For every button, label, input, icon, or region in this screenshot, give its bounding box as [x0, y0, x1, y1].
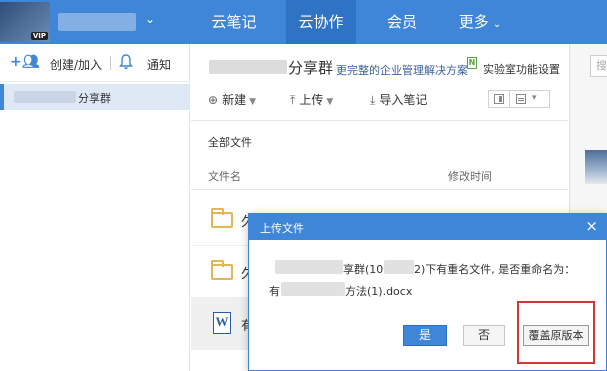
column-header-modified[interactable]: 修改时间 — [448, 168, 492, 184]
column-header-name[interactable]: 文件名 — [208, 168, 241, 184]
nav-more[interactable]: 更多 ⌄ — [448, 0, 512, 44]
nav-cloud-notes[interactable]: 云笔记 — [200, 0, 268, 44]
upload-button[interactable]: ⤒ 上传 ▼ — [290, 91, 333, 108]
lab-new-icon: N — [467, 57, 477, 69]
divider — [191, 189, 568, 190]
redacted-text — [275, 260, 343, 274]
chevron-down-icon: ⌄ — [492, 19, 502, 30]
nav-cloud-collab[interactable]: 云协作 — [286, 0, 356, 44]
group-title-redacted — [209, 60, 287, 74]
chevron-down-icon: ▼ — [326, 97, 334, 107]
yes-button[interactable]: 是 — [403, 325, 447, 346]
list-view-icon[interactable] — [516, 94, 526, 104]
chevron-down-icon[interactable]: ▾ — [532, 93, 537, 103]
highlight-annotation — [517, 301, 595, 364]
create-join-button[interactable]: 创建/加入 — [50, 56, 102, 73]
import-notes-button[interactable]: ⤓ 导入笔记 — [370, 91, 427, 108]
chevron-down-icon[interactable]: ⌄ — [145, 12, 155, 26]
group-name-redacted — [14, 91, 76, 103]
thumbnail-image[interactable] — [585, 150, 607, 184]
word-doc-icon: W — [213, 312, 231, 334]
dialog-message: 享群(10 — [343, 263, 384, 276]
sidebar-item-share-group[interactable]: 分享群 — [0, 84, 190, 110]
lab-settings-link[interactable]: 实验室功能设置 — [483, 61, 560, 77]
user-avatar[interactable]: VIP — [0, 2, 50, 42]
new-button[interactable]: ⊕ 新建 ▼ — [208, 91, 256, 108]
dialog-title: 上传文件 — [260, 222, 304, 235]
dialog-message-filename: 有 — [269, 285, 280, 298]
plus-circle-icon: ⊕ — [208, 93, 219, 107]
chevron-down-icon: ▼ — [249, 97, 256, 107]
sidebar-item-label: 分享群 — [78, 92, 111, 105]
vip-badge: VIP — [30, 32, 48, 40]
view-toggle[interactable]: ▾ — [488, 90, 550, 108]
enterprise-promo-link[interactable]: 更完整的企业管理解决方案 — [336, 62, 468, 78]
dialog-message: 2)下有重名文件, 是否重命名为： — [414, 263, 576, 276]
left-panel: +👥︎ 创建/加入 通知 分享群 — [0, 44, 190, 371]
divider — [110, 56, 111, 70]
selected-indicator — [0, 84, 4, 110]
download-icon: ⤓ — [370, 93, 376, 107]
search-input[interactable]: 搜 — [590, 55, 607, 77]
preview-pane-icon[interactable] — [494, 94, 504, 104]
left-toolbar: +👥︎ 创建/加入 通知 — [0, 44, 190, 82]
bell-icon[interactable] — [119, 54, 133, 70]
nav-membership[interactable]: 会员 — [375, 0, 429, 44]
dialog-message-filename: 方法(1).docx — [345, 285, 413, 298]
folder-icon — [211, 208, 233, 228]
no-button[interactable]: 否 — [463, 325, 505, 346]
all-files-heading: 全部文件 — [208, 136, 252, 149]
group-title: 分享群 — [288, 59, 334, 77]
close-icon[interactable]: × — [585, 217, 598, 235]
notify-button[interactable]: 通知 — [147, 56, 171, 73]
redacted-text — [281, 282, 345, 296]
dialog-header: 上传文件 × — [249, 214, 606, 240]
upload-conflict-dialog: 上传文件 × 享群(10 2)下有重名文件, 是否重命名为： 有 方法(1).d… — [248, 213, 607, 371]
folder-icon — [211, 260, 233, 280]
divider — [191, 120, 568, 121]
add-group-icon[interactable]: +👥︎ — [10, 54, 40, 70]
redacted-text — [384, 260, 414, 274]
upload-icon: ⤒ — [290, 93, 296, 107]
top-bar: VIP ⌄ 云笔记 云协作 会员 更多 ⌄ — [0, 0, 607, 44]
user-name-redacted[interactable] — [58, 13, 136, 31]
